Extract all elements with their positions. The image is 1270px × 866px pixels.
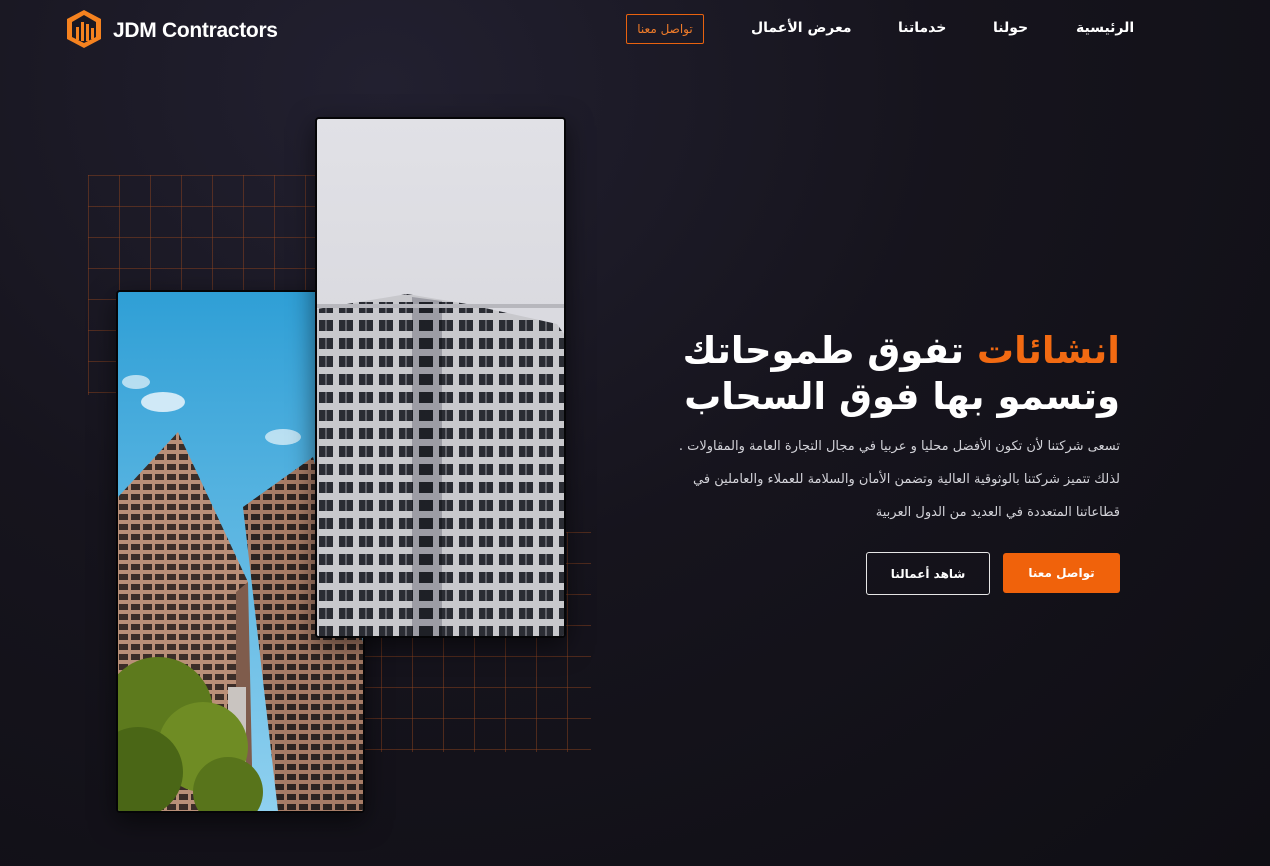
nav-item-home[interactable]: الرئيسية xyxy=(1076,20,1134,36)
hero-description: تسعى شركتنا لأن تكون الأفضل محليا و عربي… xyxy=(600,430,1120,529)
nav-item-services[interactable]: خدماتنا xyxy=(898,20,946,36)
hero-description-line: لذلك تتميز شركتنا بالوثوقية العالية وتضم… xyxy=(693,472,1120,487)
hero-title-rest: تفوق طموحاتك xyxy=(682,329,977,372)
hero-description-line: قطاعاتنا المتعددة في العديد من الدول الع… xyxy=(875,505,1120,520)
hero-title-accent: انشائات xyxy=(976,329,1120,372)
residential-tower-photo xyxy=(315,117,566,638)
contact-us-button[interactable]: تواصل معنا xyxy=(1003,553,1120,593)
hero-title: انشائات تفوق طموحاتك وتسمو بها فوق السحا… xyxy=(560,328,1120,420)
nav-contact-button[interactable]: تواصل معنا xyxy=(626,14,704,44)
hero-description-line: تسعى شركتنا لأن تكون الأفضل محليا و عربي… xyxy=(678,439,1120,454)
view-works-button[interactable]: شاهد أعمالنا xyxy=(866,552,990,595)
main-nav: تواصل معنا معرض الأعمال خدماتنا حولنا ال… xyxy=(0,14,1270,44)
nav-item-about[interactable]: حولنا xyxy=(993,20,1028,36)
nav-item-portfolio[interactable]: معرض الأعمال xyxy=(751,20,852,36)
hero-title-line2: وتسمو بها فوق السحاب xyxy=(684,375,1120,418)
